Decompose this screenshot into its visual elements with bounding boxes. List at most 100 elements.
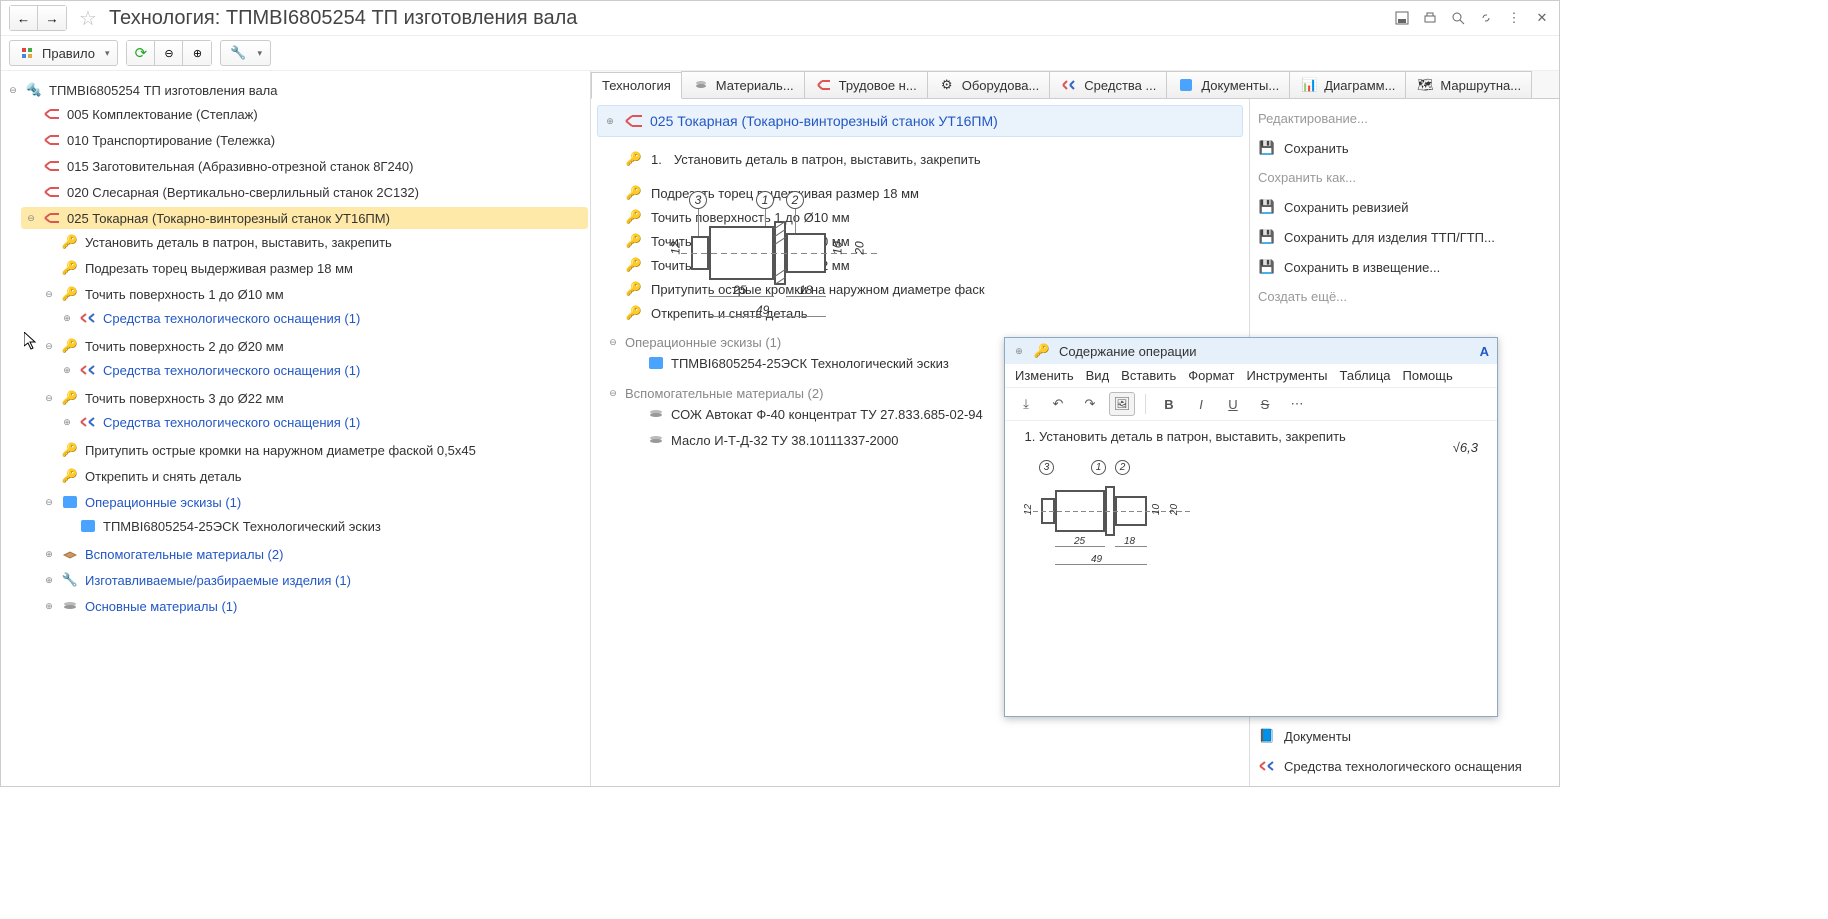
- twisty-collapse-icon[interactable]: ⊖: [607, 388, 619, 399]
- editor-format-icon[interactable]: A: [1480, 344, 1489, 359]
- twisty-collapse-icon[interactable]: ⊖: [43, 393, 55, 404]
- print-icon[interactable]: [1421, 9, 1439, 27]
- menu-format[interactable]: Формат: [1188, 368, 1234, 383]
- menu-help[interactable]: Помощь: [1403, 368, 1453, 383]
- key-icon: 🔑: [625, 280, 643, 298]
- tree-step[interactable]: ·🔑Притупить острые кромки на наружном ди…: [39, 439, 588, 461]
- tree-tooling[interactable]: ⊕Средства технологического оснащения (1): [57, 307, 588, 329]
- actions-group-saveas: Сохранить как...: [1258, 166, 1551, 189]
- tab-labor[interactable]: Трудовое н...: [804, 71, 928, 98]
- editor-more-icon[interactable]: ⋯: [1284, 392, 1310, 416]
- editor-menu: Изменить Вид Вставить Формат Инструменты…: [1005, 364, 1497, 388]
- editor-bold-icon[interactable]: B: [1156, 392, 1182, 416]
- tree-step[interactable]: ⊖🔑Точить поверхность 3 до Ø22 мм: [39, 387, 588, 409]
- twisty-collapse-icon[interactable]: ⊖: [43, 289, 55, 300]
- editor-titlebar[interactable]: ⊕ 🔑 Содержание операции A: [1005, 338, 1497, 364]
- collapse-button[interactable]: ⊖: [155, 41, 183, 65]
- twisty-expand-icon[interactable]: ⊕: [61, 417, 73, 428]
- save-icon[interactable]: [1393, 9, 1411, 27]
- tree-sketches[interactable]: ⊖Операционные эскизы (1): [39, 491, 588, 513]
- editor-image-icon[interactable]: 🖼: [1109, 392, 1135, 416]
- twisty-expand-icon[interactable]: ⊕: [1013, 346, 1025, 357]
- tree-op-025[interactable]: ⊖ 025 Токарная (Токарно-винторезный стан…: [21, 207, 588, 229]
- tree-step[interactable]: ·🔑Открепить и снять деталь: [39, 465, 588, 487]
- menu-tools[interactable]: Инструменты: [1246, 368, 1327, 383]
- editor-panel[interactable]: ⊕ 🔑 Содержание операции A Изменить Вид В…: [1004, 337, 1498, 717]
- twisty-expand-icon[interactable]: ⊕: [61, 365, 73, 376]
- editor-content[interactable]: Установить деталь в патрон, выставить, з…: [1005, 421, 1497, 716]
- editor-text[interactable]: Установить деталь в патрон, выставить, з…: [1039, 429, 1346, 444]
- link-icon[interactable]: [1477, 9, 1495, 27]
- twisty-expand-icon[interactable]: ⊕: [604, 116, 616, 127]
- twisty-collapse-icon[interactable]: ⊖: [25, 213, 37, 224]
- twisty-expand-icon[interactable]: ⊕: [61, 313, 73, 324]
- editor-strike-icon[interactable]: S: [1252, 392, 1278, 416]
- tree-sketch-item[interactable]: ·ТПМВI6805254-25ЭСК Технологический эски…: [57, 515, 588, 537]
- action-save[interactable]: 💾Сохранить: [1258, 136, 1551, 160]
- more-icon[interactable]: ⋮: [1505, 9, 1523, 27]
- tree-step[interactable]: ·🔑Подрезать торец выдерживая размер 18 м…: [39, 257, 588, 279]
- editor-redo-icon[interactable]: ↷: [1077, 392, 1103, 416]
- action-save-ttp[interactable]: 💾Сохранить для изделия ТТП/ГТП...: [1258, 225, 1551, 249]
- tree-step[interactable]: ⊖🔑Точить поверхность 2 до Ø20 мм: [39, 335, 588, 357]
- tab-diagram[interactable]: 📊Диаграмм...: [1289, 71, 1406, 98]
- tree-op-005[interactable]: ·005 Комплектование (Степлаж): [21, 103, 588, 125]
- twisty-collapse-icon[interactable]: ⊖: [43, 497, 55, 508]
- key-icon: 🔑: [625, 304, 643, 322]
- detail-step: 🔑Открепить и снять деталь: [625, 301, 1243, 325]
- editor-italic-icon[interactable]: I: [1188, 392, 1214, 416]
- tree-base-materials[interactable]: ⊕Основные материалы (1): [39, 595, 588, 617]
- favorite-star-icon[interactable]: ☆: [79, 6, 97, 31]
- tree-step[interactable]: ⊖🔑Точить поверхность 1 до Ø10 мм: [39, 283, 588, 305]
- tree-aux-materials[interactable]: ⊕Вспомогательные материалы (2): [39, 543, 588, 565]
- editor-undo-icon[interactable]: ↶: [1045, 392, 1071, 416]
- tree-root[interactable]: ⊖ 🔩 ТПМВI6805254 ТП изготовления вала: [3, 79, 588, 101]
- rule-dropdown[interactable]: Правило: [9, 40, 118, 66]
- action-tooling[interactable]: Средства технологического оснащения: [1258, 754, 1551, 778]
- action-save-revision[interactable]: 💾Сохранить ревизией: [1258, 195, 1551, 219]
- twisty-expand-icon[interactable]: ⊕: [43, 575, 55, 586]
- twisty-collapse-icon[interactable]: ⊖: [43, 341, 55, 352]
- expand-button[interactable]: ⊕: [183, 41, 211, 65]
- back-button[interactable]: ←: [10, 6, 38, 30]
- twisty-expand-icon[interactable]: ⊕: [43, 601, 55, 612]
- menu-edit[interactable]: Изменить: [1015, 368, 1074, 383]
- tree-tooling[interactable]: ⊕Средства технологического оснащения (1): [57, 359, 588, 381]
- twisty-expand-icon[interactable]: ⊕: [43, 549, 55, 560]
- menu-insert[interactable]: Вставить: [1121, 368, 1176, 383]
- twisty-collapse-icon[interactable]: ⊖: [607, 337, 619, 348]
- tree-step[interactable]: ·🔑Установить деталь в патрон, выставить,…: [39, 231, 588, 253]
- tools-dropdown[interactable]: 🔧: [220, 40, 271, 66]
- refresh-button[interactable]: ⟳: [127, 41, 155, 65]
- zoom-icon[interactable]: [1449, 9, 1467, 27]
- tab-tooling[interactable]: Средства ...: [1049, 71, 1167, 98]
- sketch-icon: [647, 354, 665, 372]
- tab-route[interactable]: 🗺Маршрутна...: [1405, 71, 1532, 98]
- forward-button[interactable]: →: [38, 6, 66, 30]
- tree-tooling[interactable]: ⊕Средства технологического оснащения (1): [57, 411, 588, 433]
- close-icon[interactable]: ✕: [1533, 9, 1551, 27]
- tree-op-010[interactable]: ·010 Транспортирование (Тележка): [21, 129, 588, 151]
- tree-op-020[interactable]: ·020 Слесарная (Вертикально-сверлильный …: [21, 181, 588, 203]
- menu-table[interactable]: Таблица: [1340, 368, 1391, 383]
- tab-material[interactable]: Материаль...: [681, 71, 805, 98]
- rule-icon: [18, 44, 36, 62]
- tree-pane: ⊖ 🔩 ТПМВI6805254 ТП изготовления вала ·0…: [1, 71, 591, 786]
- menu-view[interactable]: Вид: [1086, 368, 1110, 383]
- twisty-collapse-icon[interactable]: ⊖: [7, 85, 19, 96]
- tooling-icon: [1258, 757, 1276, 775]
- key-icon: 🔑: [61, 337, 79, 355]
- editor-underline-icon[interactable]: U: [1220, 392, 1246, 416]
- action-documents[interactable]: 📘Документы: [1258, 724, 1551, 748]
- tree-made-items[interactable]: ⊕🔧Изготавливаемые/разбираемые изделия (1…: [39, 569, 588, 591]
- separator: [1145, 394, 1146, 414]
- tab-technology[interactable]: Технология: [591, 72, 682, 99]
- tab-equipment[interactable]: ⚙Оборудова...: [927, 71, 1051, 98]
- tab-documents[interactable]: Документы...: [1166, 71, 1290, 98]
- editor-import-icon[interactable]: ⤓: [1013, 392, 1039, 416]
- action-save-notice[interactable]: 💾Сохранить в извещение...: [1258, 255, 1551, 279]
- detail-title: 025 Токарная (Токарно-винторезный станок…: [650, 113, 998, 129]
- pliers-icon: [43, 157, 61, 175]
- detail-header[interactable]: ⊕ 025 Токарная (Токарно-винторезный стан…: [597, 105, 1243, 137]
- tree-op-015[interactable]: ·015 Заготовительная (Абразивно-отрезной…: [21, 155, 588, 177]
